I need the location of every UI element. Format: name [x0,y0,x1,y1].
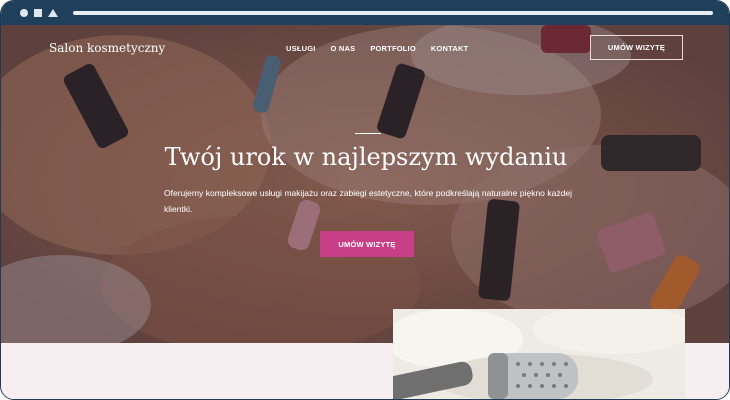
nav-item-kontakt[interactable]: KONTAKT [431,44,469,53]
hero-section: Salon kosmetyczny USŁUGI O NAS PORTFOLIO… [1,25,729,343]
hairbrush-photo [393,309,685,399]
brand-logo[interactable]: Salon kosmetyczny [49,41,165,55]
nav-item-portfolio[interactable]: PORTFOLIO [370,44,416,53]
browser-toolbar [1,1,729,25]
hero-subtitle: Oferujemy kompleksowe usługi makijażu or… [164,188,572,214]
book-appointment-hero-button[interactable]: UMÓW WIZYTĘ [320,231,414,257]
title-divider [355,133,381,134]
nav-item-uslugi[interactable]: USŁUGI [286,44,316,53]
hero-title: Twój urok w najlepszym wydaniu [164,143,568,171]
hero-overlay [1,25,729,343]
address-bar[interactable] [73,11,713,15]
circle-icon[interactable] [20,9,28,17]
main-nav: USŁUGI O NAS PORTFOLIO KONTAKT [286,44,468,53]
nav-item-o-nas[interactable]: O NAS [331,44,356,53]
triangle-icon[interactable] [48,9,58,17]
square-icon[interactable] [34,9,42,17]
book-appointment-header-button[interactable]: UMÓW WIZYTĘ [590,35,683,60]
browser-window: Salon kosmetyczny USŁUGI O NAS PORTFOLIO… [0,0,730,400]
